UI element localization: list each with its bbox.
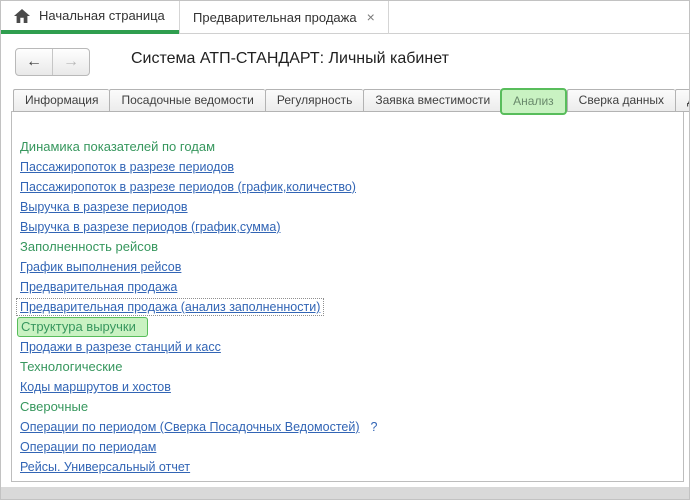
section-title-revenue-structure: Структура выручки [20,317,683,337]
revenue-structure-highlight: Структура выручки [17,317,148,337]
tab-home-page[interactable]: Начальная страница [1,1,179,34]
home-icon [14,9,30,23]
application-window: Начальная страница Предварительная прода… [0,0,690,500]
tab-capacity-request[interactable]: Заявка вместимости [363,89,501,112]
report-link[interactable]: Выручка в разрезе периодов [20,200,188,214]
tab-bar-spacer [389,1,689,34]
report-link[interactable]: Выручка в разрезе периодов (график,сумма… [20,220,281,234]
report-link[interactable]: Предварительная продажа [20,280,177,294]
forward-button[interactable]: → [53,49,89,75]
bottom-bar [1,487,689,499]
report-link-focused[interactable]: Предварительная продажа (анализ заполнен… [16,298,324,316]
report-link[interactable]: Пассажиропоток в разрезе периодов [20,160,234,174]
tab-boarding-sheets[interactable]: Посадочные ведомости [109,89,264,112]
section-title-reconciliation: Сверочные [20,397,683,417]
navigation-buttons: ← → [15,48,90,76]
tab-regularity[interactable]: Регулярность [265,89,364,112]
window-tab-bar: Начальная страница Предварительная прода… [1,1,689,34]
help-icon[interactable]: ? [371,420,378,434]
section-title-technological: Технологические [20,357,683,377]
analysis-panel: Динамика показателей по годам Пассажироп… [11,111,684,482]
report-link[interactable]: Пассажиропоток в разрезе периодов (графи… [20,180,356,194]
report-link[interactable]: Рейсы. Универсальный отчет [20,460,190,474]
section-title-dynamics: Динамика показателей по годам [20,137,683,157]
section-title-occupancy: Заполненность рейсов [20,237,683,257]
tab-analysis[interactable]: Анализ [500,88,567,115]
tab-presale[interactable]: Предварительная продажа × [179,1,389,34]
report-list: Динамика показателей по годам Пассажироп… [12,112,683,477]
tab-data-reconciliation[interactable]: Сверка данных [567,89,675,112]
tab-documents[interactable]: Документы [675,89,690,112]
back-button[interactable]: ← [16,49,53,75]
report-link[interactable]: График выполнения рейсов [20,260,181,274]
page-title: Система АТП-СТАНДАРТ: Личный кабинет [131,50,449,68]
close-icon[interactable]: × [367,10,375,24]
tab-home-label: Начальная страница [39,8,165,23]
section-tab-strip: Информация Посадочные ведомости Регулярн… [13,88,690,112]
report-link[interactable]: Продажи в разрезе станций и касс [20,340,221,354]
report-link[interactable]: Операции по периодом (Сверка Посадочных … [20,420,360,434]
report-link[interactable]: Операции по периодам [20,440,156,454]
tab-information[interactable]: Информация [13,89,109,112]
header-row: ← → Система АТП-СТАНДАРТ: Личный кабинет [1,41,689,81]
report-link[interactable]: Коды маршрутов и хостов [20,380,171,394]
tab-presale-label: Предварительная продажа [193,10,357,25]
